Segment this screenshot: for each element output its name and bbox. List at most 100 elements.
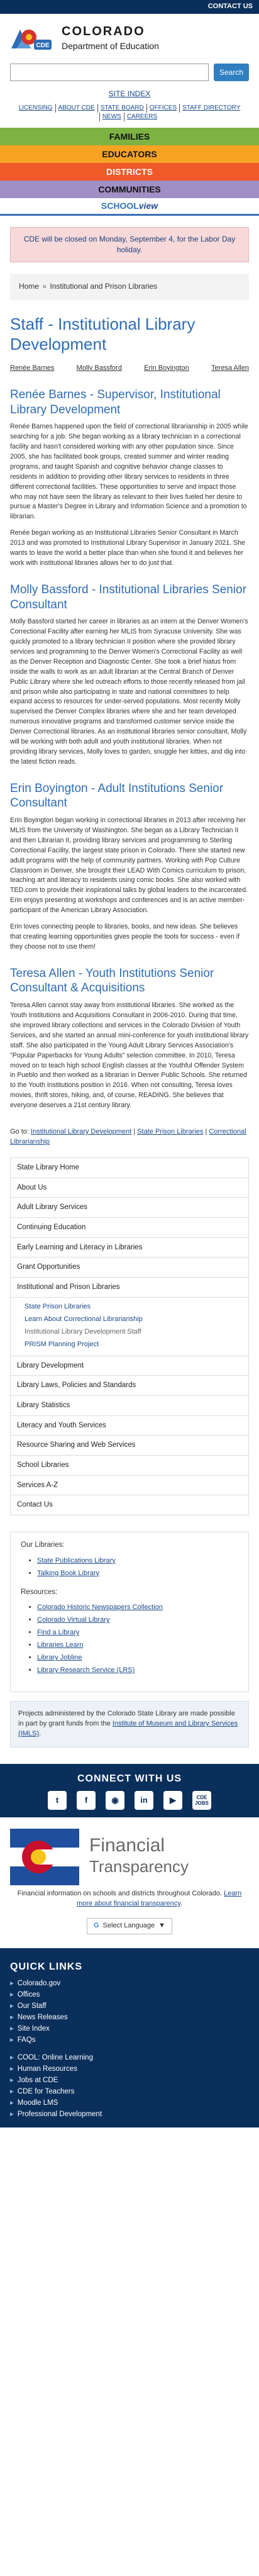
staff-bio-bassford: Molly Bassford - Institutional Libraries… <box>0 583 259 778</box>
staff-link-boyington[interactable]: Erin Boyington <box>144 364 189 374</box>
twitter-icon[interactable]: t <box>48 1791 67 1810</box>
ft-note-text: Financial information on schools and dis… <box>17 1890 223 1898</box>
section-subnav: State Prison Libraries Learn About Corre… <box>11 1298 248 1356</box>
utility-link-staff-directory[interactable]: STAFF DIRECTORY <box>179 103 243 113</box>
libraries-resources-box: Our Libraries: State Publications Librar… <box>10 1531 249 1693</box>
section-nav-item[interactable]: School Libraries <box>17 1461 69 1469</box>
connect-footer: CONNECT WITH US t f ◉ in ▶ CDE JOBS <box>0 1764 259 1818</box>
staff-bio-barnes: Renée Barnes - Supervisor, Institutional… <box>0 388 259 579</box>
goto-link-prison[interactable]: State Prison Libraries <box>137 1128 203 1135</box>
resource-link[interactable]: Library Jobline <box>37 1654 82 1661</box>
section-nav-item[interactable]: Literacy and Youth Services <box>17 1422 106 1429</box>
resource-link[interactable]: Library Research Service (LRS) <box>37 1666 135 1674</box>
section-nav-item[interactable]: Grant Opportunities <box>17 1263 80 1271</box>
breadcrumb-separator: » <box>42 282 47 291</box>
utility-link-state-board[interactable]: STATE BOARD <box>97 103 146 113</box>
utility-link-licensing[interactable]: LICENSING <box>16 104 55 113</box>
site-index-link[interactable]: SITE INDEX <box>109 89 151 98</box>
breadcrumb-home[interactable]: Home <box>19 282 39 291</box>
library-link[interactable]: State Publications Library <box>37 1557 116 1564</box>
cde-logo[interactable]: CDE COLORADO Department of Education <box>0 14 259 59</box>
goto-link-ild[interactable]: Institutional Library Development <box>31 1128 131 1135</box>
quick-links-title: QUICK LINKS <box>10 1961 82 1973</box>
subnav-item[interactable]: State Prison Libraries <box>25 1300 242 1313</box>
closure-alert: CDE will be closed on Monday, September … <box>10 226 249 263</box>
staff-link-bassford[interactable]: Molly Bassford <box>77 364 122 374</box>
bio-heading: Erin Boyington - Adult Institutions Seni… <box>10 781 224 810</box>
section-nav-item[interactable]: Adult Library Services <box>17 1203 87 1211</box>
financial-transparency-banner[interactable]: Financial Transparency <box>0 1817 259 1889</box>
connect-title: CONNECT WITH US <box>77 1773 182 1785</box>
quick-link[interactable]: Colorado.gov <box>18 1980 60 1987</box>
search-input[interactable] <box>10 64 209 82</box>
subnav-item[interactable]: PRISM Planning Project <box>25 1338 242 1351</box>
colorado-logo-icon: CDE <box>10 23 54 52</box>
chevron-down-icon: ▼ <box>158 1922 166 1930</box>
section-nav: State Library Home About Us Adult Librar… <box>10 1157 249 1515</box>
nav-educators[interactable]: EDUCATORS <box>0 145 259 163</box>
goto-links: Go to: Institutional Library Development… <box>10 1128 246 1146</box>
bio-heading: Renée Barnes - Supervisor, Institutional… <box>10 388 221 416</box>
quick-link[interactable]: Professional Development <box>18 2110 102 2118</box>
bio-paragraph: Molly Bassford started her career in lib… <box>10 618 248 766</box>
quick-link[interactable]: Moodle LMS <box>18 2099 58 2107</box>
resource-link[interactable]: Colorado Historic Newspapers Collection <box>37 1603 163 1611</box>
page-title: Staff - Institutional Library Developmen… <box>10 314 196 354</box>
section-nav-item[interactable]: Continuing Education <box>17 1224 85 1231</box>
section-nav-item-active[interactable]: Institutional and Prison Libraries <box>17 1283 120 1291</box>
quick-link[interactable]: Offices <box>18 1991 40 1999</box>
facebook-icon[interactable]: f <box>77 1791 96 1810</box>
quick-link[interactable]: Site Index <box>18 2025 50 2032</box>
bio-paragraph: Teresa Allen cannot stay away from insti… <box>10 1001 249 1110</box>
section-nav-item[interactable]: Library Development <box>17 1362 84 1369</box>
nav-schoolview[interactable]: SCHOOL view <box>0 198 259 216</box>
utility-link-news[interactable]: NEWS <box>99 112 124 121</box>
section-nav-item[interactable]: Library Statistics <box>17 1402 70 1409</box>
utility-nav: LICENSING ABOUT CDE STATE BOARD OFFICES … <box>0 103 259 121</box>
quick-link[interactable]: News Releases <box>18 2014 68 2021</box>
section-nav-item[interactable]: State Library Home <box>17 1164 79 1171</box>
section-nav-item[interactable]: Library Laws, Policies and Standards <box>17 1381 136 1389</box>
staff-link-barnes[interactable]: Renée Barnes <box>10 364 54 374</box>
bio-paragraph: Renée began working as an Institutional … <box>10 529 245 567</box>
linkedin-icon[interactable]: in <box>135 1791 153 1810</box>
subnav-item[interactable]: Learn About Correctional Librarianship <box>25 1313 242 1325</box>
utility-link-offices[interactable]: OFFICES <box>146 103 179 113</box>
colorado-flag-icon <box>10 1829 79 1886</box>
staff-link-allen[interactable]: Teresa Allen <box>211 364 249 374</box>
quick-link[interactable]: COOL: Online Learning <box>18 2054 93 2061</box>
library-link[interactable]: Talking Book Library <box>37 1570 99 1577</box>
cde-jobs-icon[interactable]: CDE JOBS <box>192 1791 211 1810</box>
contact-us-link[interactable]: CONTACT US <box>208 2 253 12</box>
section-nav-item[interactable]: About Us <box>17 1184 47 1191</box>
language-select[interactable]: G Select Language ▼ <box>86 1918 173 1935</box>
utility-link-about[interactable]: ABOUT CDE <box>55 103 97 113</box>
translate-widget: G Select Language ▼ <box>0 1918 259 1948</box>
subnav-item-current[interactable]: Institutional Library Development Staff <box>25 1325 242 1338</box>
schoolview-school: SCHOOL <box>101 201 139 211</box>
section-nav-item[interactable]: Resource Sharing and Web Services <box>17 1441 135 1449</box>
quick-link[interactable]: Our Staff <box>18 2002 47 2010</box>
resource-link[interactable]: Libraries Learn <box>37 1641 83 1649</box>
instagram-icon[interactable]: ◉ <box>106 1791 124 1810</box>
resources-heading: Resources: <box>21 1588 58 1596</box>
section-nav-item[interactable]: Early Learning and Literacy in Libraries <box>17 1244 142 1251</box>
resource-link[interactable]: Find a Library <box>37 1629 79 1636</box>
section-nav-item[interactable]: Contact Us <box>17 1501 53 1508</box>
breadcrumb-current: Institutional and Prison Libraries <box>50 282 158 291</box>
nav-communities[interactable]: COMMUNITIES <box>0 180 259 198</box>
breadcrumb: Home » Institutional and Prison Librarie… <box>10 274 249 300</box>
quick-link[interactable]: FAQs <box>18 2036 36 2044</box>
section-nav-item[interactable]: Services A-Z <box>17 1481 58 1489</box>
language-select-label: Select Language <box>102 1922 155 1930</box>
google-icon: G <box>93 1922 99 1930</box>
utility-link-careers[interactable]: CAREERS <box>123 112 160 121</box>
resource-link[interactable]: Colorado Virtual Library <box>37 1616 109 1624</box>
quick-link[interactable]: Human Resources <box>18 2065 77 2073</box>
nav-families[interactable]: FAMILIES <box>0 127 259 145</box>
nav-districts[interactable]: DISTRICTS <box>0 162 259 181</box>
youtube-icon[interactable]: ▶ <box>163 1791 182 1810</box>
search-button[interactable]: Search <box>214 64 249 82</box>
quick-link[interactable]: CDE for Teachers <box>18 2088 75 2095</box>
quick-link[interactable]: Jobs at CDE <box>18 2077 58 2084</box>
